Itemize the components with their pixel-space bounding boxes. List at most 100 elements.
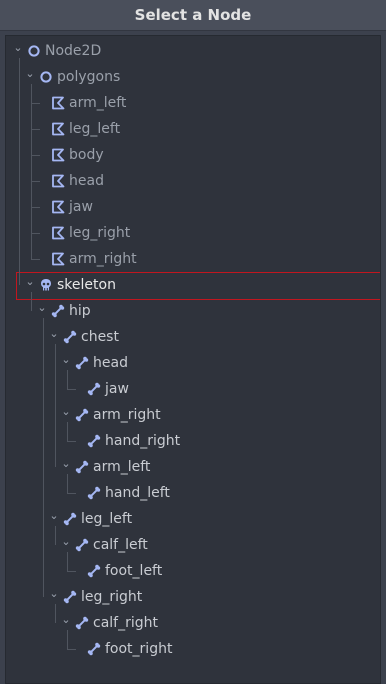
chevron-down-icon[interactable]: ⌄ xyxy=(37,298,47,324)
chevron-down-icon[interactable]: ⌄ xyxy=(61,402,71,428)
tree-guide-tick xyxy=(67,493,76,494)
tree-guide-tick xyxy=(31,181,40,182)
tree-row-label: arm_right xyxy=(69,251,137,267)
tree-row[interactable]: ⌄ calf_left xyxy=(6,532,380,558)
tree-row[interactable]: ⌄ chest xyxy=(6,324,380,350)
bone-icon xyxy=(75,616,89,630)
chevron-down-icon[interactable]: ⌄ xyxy=(49,324,59,350)
tree-row[interactable]: ⌄ arm_right xyxy=(6,402,380,428)
chevron-down-icon[interactable]: ⌄ xyxy=(49,584,59,610)
tree-row[interactable]: foot_left xyxy=(6,558,380,584)
tree-guide-tick xyxy=(31,259,40,260)
tree-row-label: arm_left xyxy=(69,95,127,111)
tree-row-label: hand_left xyxy=(105,485,170,501)
tree-row[interactable]: ⌄ hip xyxy=(6,298,380,324)
tree-row-label: jaw xyxy=(105,381,129,397)
tree-row-label: chest xyxy=(81,329,119,345)
tree-guide-tick xyxy=(67,441,76,442)
chevron-down-icon[interactable]: ⌄ xyxy=(61,532,71,558)
chevron-down-icon[interactable]: ⌄ xyxy=(61,454,71,480)
bone-icon xyxy=(87,382,101,396)
tree-guide-line xyxy=(67,474,68,493)
bone-icon xyxy=(51,304,65,318)
chevron-down-icon[interactable]: ⌄ xyxy=(61,610,71,636)
tree-row-label: foot_right xyxy=(105,641,173,657)
chevron-down-icon[interactable]: ⌄ xyxy=(25,64,35,90)
tree-row[interactable]: foot_right xyxy=(6,636,380,662)
tree-row-label: hip xyxy=(69,303,91,319)
tree-guide-line xyxy=(55,344,56,467)
bone-icon xyxy=(75,460,89,474)
bone-icon xyxy=(87,434,101,448)
tree-guide-tick xyxy=(31,207,40,208)
bone-icon xyxy=(87,486,101,500)
tree-row-label: leg_left xyxy=(81,511,133,527)
tree-row-label: jaw xyxy=(69,199,93,215)
tree-row[interactable]: head xyxy=(6,168,380,194)
tree-guide-line xyxy=(43,318,44,597)
bone-icon xyxy=(75,408,89,422)
tree-row-label: foot_left xyxy=(105,563,163,579)
polygon2d-icon xyxy=(51,174,65,188)
tree-row-label: arm_right xyxy=(93,407,161,423)
tree-row-label: calf_left xyxy=(93,537,148,553)
tree-guide-tick xyxy=(31,155,40,156)
tree-guide-line xyxy=(55,526,56,545)
tree-row[interactable]: ⌄ arm_left xyxy=(6,454,380,480)
tree-row[interactable]: hand_left xyxy=(6,480,380,506)
tree-guide-line xyxy=(55,604,56,623)
chevron-down-icon[interactable]: ⌄ xyxy=(25,272,35,298)
tree-row[interactable]: ⌄ Node2D xyxy=(6,38,380,64)
tree-row[interactable]: arm_left xyxy=(6,90,380,116)
tree-row-label: arm_left xyxy=(93,459,151,475)
tree-row[interactable]: ⌄ calf_right xyxy=(6,610,380,636)
chevron-down-icon[interactable]: ⌄ xyxy=(49,506,59,532)
polygon2d-icon xyxy=(51,200,65,214)
tree-row-label: body xyxy=(69,147,104,163)
tree-row[interactable]: arm_right xyxy=(6,246,380,272)
tree-row[interactable]: hand_right xyxy=(6,428,380,454)
tree-row[interactable]: ⌄ leg_left xyxy=(6,506,380,532)
tree-row-selected[interactable]: ⌄ skeleton xyxy=(6,272,380,300)
dialog-title: Select a Node xyxy=(0,0,386,31)
scene-tree[interactable]: ⌄ Node2D ⌄ polygons arm_left leg_left body head… xyxy=(5,35,381,684)
polygon2d-icon xyxy=(51,96,65,110)
tree-guide-tick xyxy=(67,389,76,390)
tree-row-label: Node2D xyxy=(45,43,102,59)
chevron-down-icon[interactable]: ⌄ xyxy=(13,38,23,64)
tree-row-label: leg_right xyxy=(69,225,131,241)
tree-guide-line xyxy=(19,58,20,285)
tree-row-label: skeleton xyxy=(57,277,116,293)
tree-row[interactable]: body xyxy=(6,142,380,168)
bone-icon xyxy=(75,538,89,552)
tree-guide-line xyxy=(67,630,68,649)
tree-guide-line xyxy=(67,552,68,571)
chevron-down-icon[interactable]: ⌄ xyxy=(61,350,71,376)
tree-row[interactable]: jaw xyxy=(6,376,380,402)
tree-guide-tick xyxy=(31,129,40,130)
tree-guide-line xyxy=(67,370,68,389)
tree-row-label: leg_left xyxy=(69,121,121,137)
tree-row-label: leg_right xyxy=(81,589,143,605)
bone-icon xyxy=(87,564,101,578)
tree-row[interactable]: leg_left xyxy=(6,116,380,142)
skeleton-icon xyxy=(39,278,53,292)
tree-row[interactable]: ⌄ polygons xyxy=(6,64,380,90)
tree-row-label: head xyxy=(69,173,104,189)
tree-guide-tick xyxy=(67,649,76,650)
tree-row-label: calf_right xyxy=(93,615,158,631)
node2d-icon xyxy=(27,44,41,58)
tree-guide-tick xyxy=(67,571,76,572)
scene-tree-rows: ⌄ Node2D ⌄ polygons arm_left leg_left body head… xyxy=(6,38,380,662)
polygon2d-icon xyxy=(51,148,65,162)
bone-icon xyxy=(63,512,77,526)
tree-row[interactable]: leg_right xyxy=(6,220,380,246)
tree-guide-line xyxy=(67,422,68,441)
bone-icon xyxy=(63,330,77,344)
tree-row-label: polygons xyxy=(57,69,121,85)
node2d-icon xyxy=(39,70,53,84)
polygon2d-icon xyxy=(51,122,65,136)
tree-row[interactable]: jaw xyxy=(6,194,380,220)
tree-row[interactable]: ⌄ head xyxy=(6,350,380,376)
tree-row[interactable]: ⌄ leg_right xyxy=(6,584,380,610)
